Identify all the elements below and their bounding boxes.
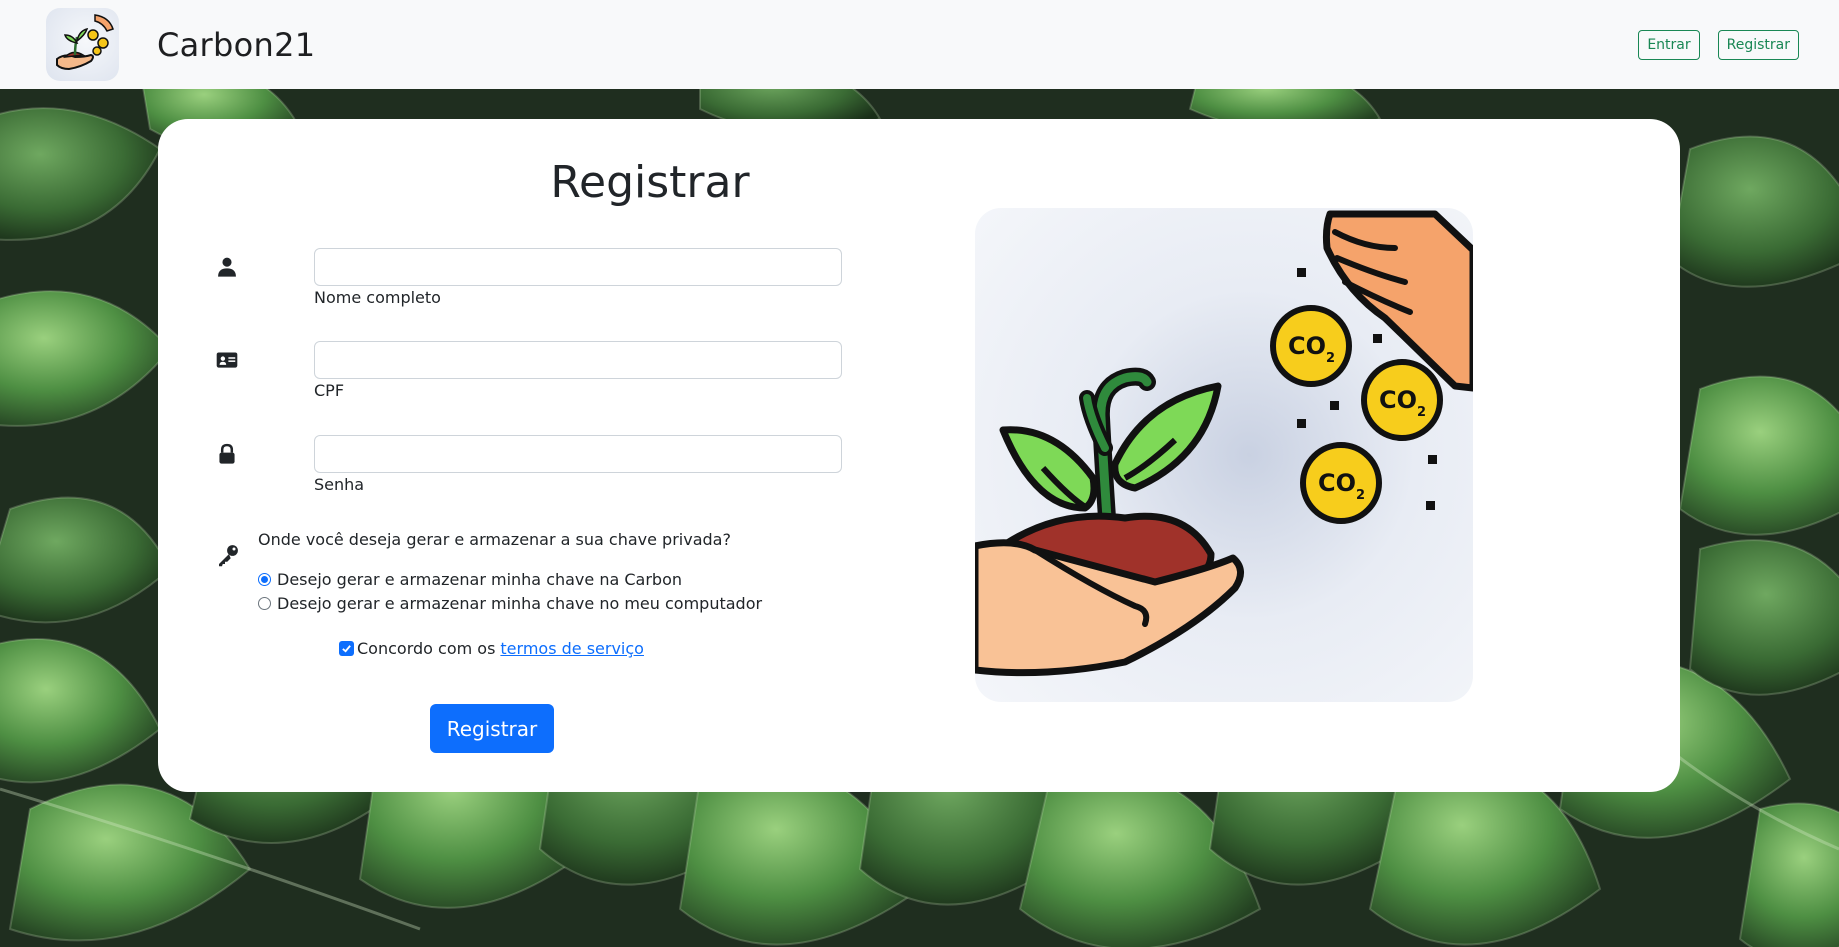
brand-logo[interactable]	[46, 8, 119, 81]
coin-3-subscript: 2	[1356, 488, 1365, 503]
key-option-computer[interactable]: Desejo gerar e armazenar minha chave no …	[258, 594, 762, 613]
register-submit-button[interactable]: Registrar	[430, 704, 554, 753]
register-card: Registrar Nome completo CPF Senha Onde v…	[158, 119, 1680, 792]
password-label: Senha	[314, 475, 365, 494]
terms-prefix: Concordo com os	[357, 639, 496, 658]
brand-name[interactable]: Carbon21	[157, 26, 315, 64]
key-option-carbon[interactable]: Desejo gerar e armazenar minha chave na …	[258, 570, 682, 589]
radio-computer[interactable]	[258, 597, 271, 610]
cpf-label: CPF	[314, 381, 345, 400]
terms-row: Concordo com os termos de serviço	[339, 639, 644, 658]
user-icon	[218, 257, 236, 277]
password-input[interactable]	[314, 435, 842, 473]
register-nav-button[interactable]: Registrar	[1717, 29, 1799, 60]
terms-checkbox[interactable]	[339, 641, 354, 656]
name-input[interactable]	[314, 248, 842, 286]
nav-actions: Entrar Registrar	[1638, 29, 1799, 60]
key-option-carbon-label: Desejo gerar e armazenar minha chave na …	[277, 570, 682, 589]
check-icon	[342, 645, 351, 653]
key-icon	[219, 545, 238, 567]
page-title: Registrar	[550, 157, 750, 208]
plant-co2-illustration: CO CO CO 2 2 2	[975, 208, 1473, 702]
coin-2-subscript: 2	[1417, 405, 1426, 420]
login-button[interactable]: Entrar	[1638, 29, 1700, 60]
plant-hand-coins-image: CO CO CO 2 2 2	[975, 210, 1473, 677]
key-question: Onde você deseja gerar e armazenar a sua…	[258, 530, 731, 549]
radio-carbon[interactable]	[258, 573, 271, 586]
terms-link[interactable]: termos de serviço	[500, 639, 644, 658]
navbar: Carbon21 Entrar Registrar	[0, 0, 1839, 89]
cpf-input[interactable]	[314, 341, 842, 379]
coin-2-text: CO	[1379, 386, 1417, 414]
lock-icon	[219, 443, 235, 464]
id-card-icon	[216, 352, 238, 368]
coin-1-subscript: 2	[1326, 351, 1335, 366]
coin-3-text: CO	[1318, 469, 1356, 497]
name-label: Nome completo	[314, 288, 441, 307]
plant-hand-logo-icon	[55, 13, 114, 70]
coin-1-text: CO	[1288, 332, 1326, 360]
key-option-computer-label: Desejo gerar e armazenar minha chave no …	[277, 594, 763, 613]
